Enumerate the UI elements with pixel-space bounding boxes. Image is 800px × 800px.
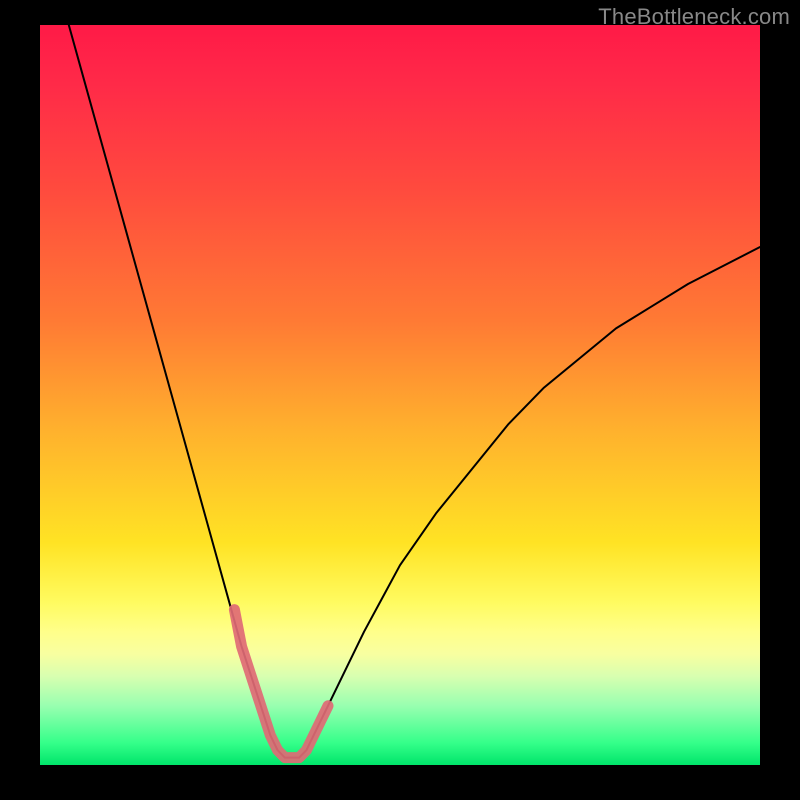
bottleneck-curve-line [69, 25, 760, 758]
chart-frame: TheBottleneck.com [0, 0, 800, 800]
chart-svg [40, 25, 760, 765]
highlight-range-line [234, 610, 328, 758]
plot-area [40, 25, 760, 765]
